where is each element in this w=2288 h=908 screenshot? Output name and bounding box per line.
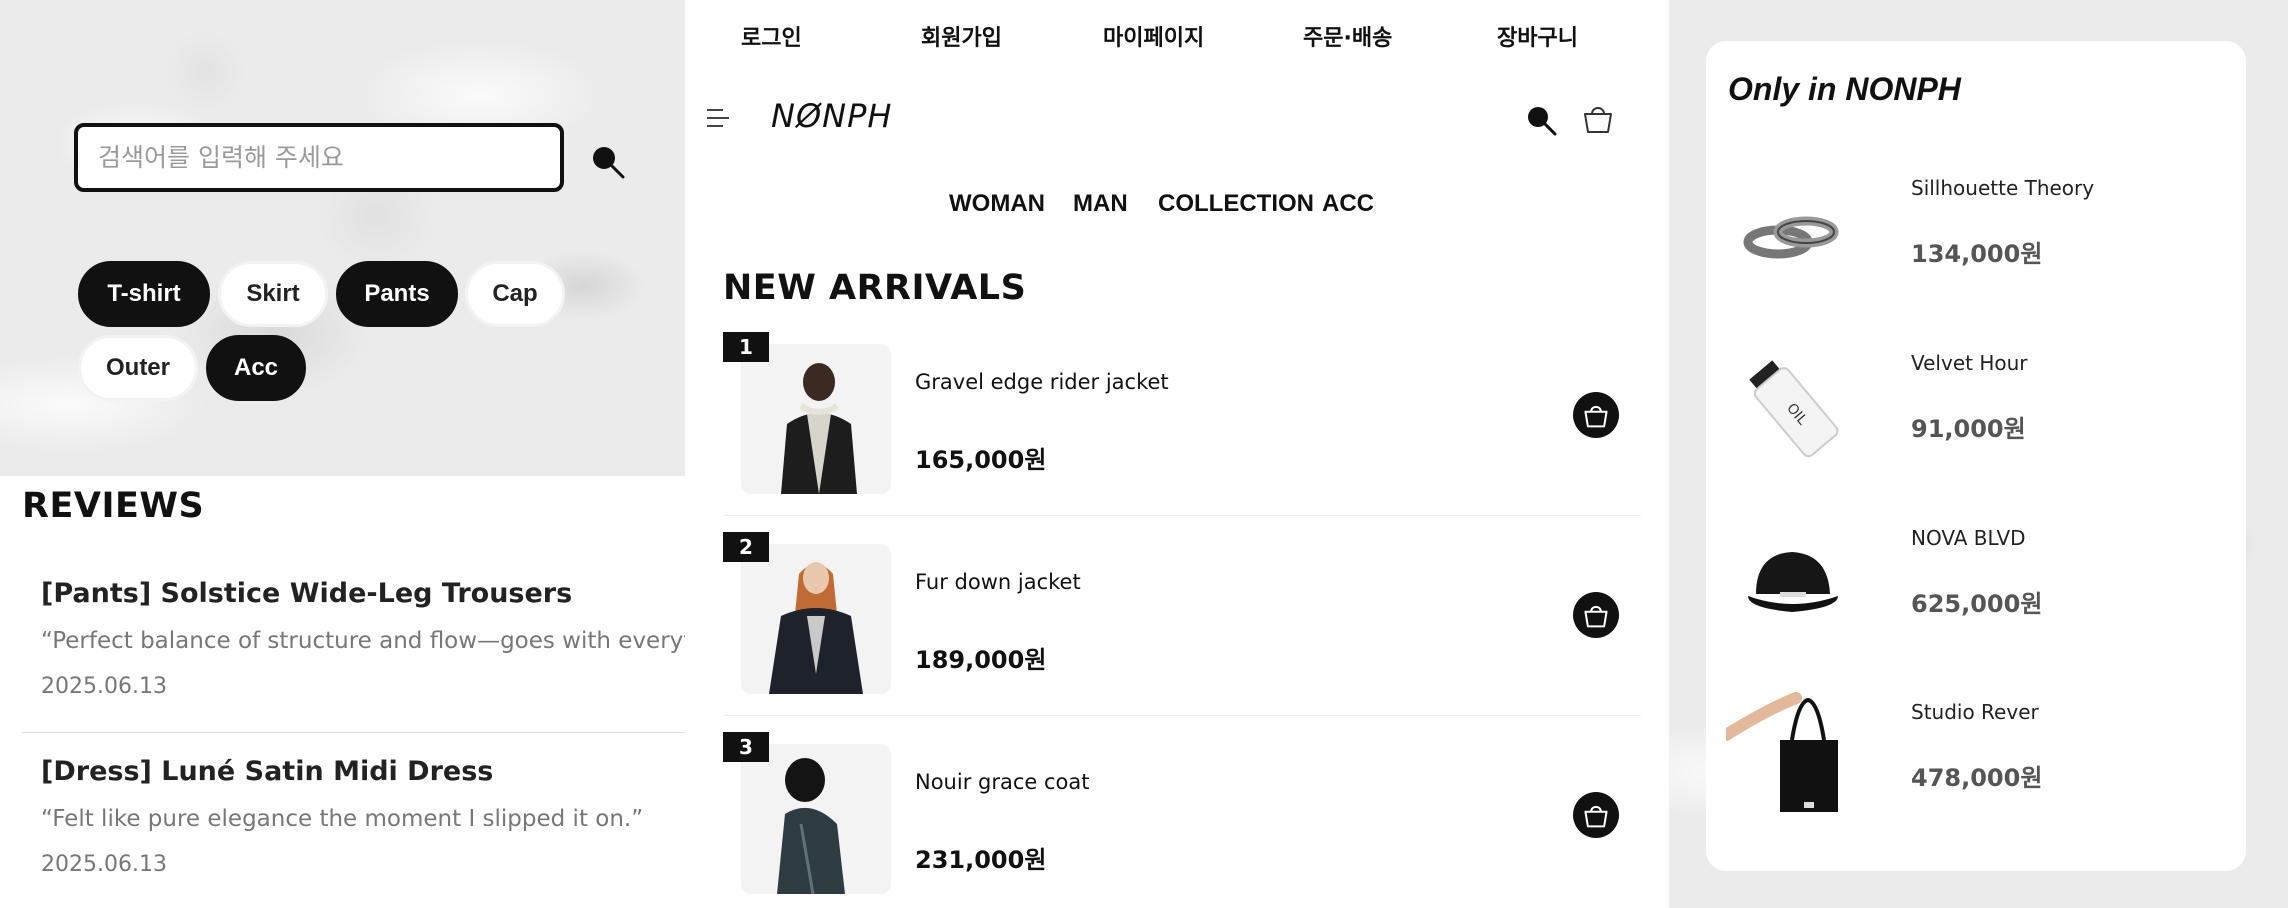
product-name[interactable]: Fur down jacket xyxy=(915,570,1081,594)
order-delivery-link[interactable]: 주문·배송 xyxy=(1303,20,1392,52)
only-in-price: 134,000원 xyxy=(1911,240,2043,268)
product-name[interactable]: Nouir grace coat xyxy=(915,770,1089,794)
add-to-cart-button[interactable] xyxy=(1573,792,1619,838)
category-collection[interactable]: COLLECTION xyxy=(1158,190,1314,218)
product-name[interactable]: Gravel edge rider jacket xyxy=(915,370,1169,394)
product-price: 189,000원 xyxy=(915,646,1047,674)
tag-outer[interactable]: Outer xyxy=(78,335,198,401)
add-to-cart-button[interactable] xyxy=(1573,392,1619,438)
shopping-bag-icon xyxy=(1584,605,1608,628)
reviews-title: REVIEWS xyxy=(22,486,205,526)
tag-pants[interactable]: Pants xyxy=(336,261,458,327)
snow-background-left xyxy=(0,0,685,476)
review-divider xyxy=(22,732,702,733)
only-in-item[interactable]: OIL Velvet Hour 91,000원 xyxy=(1706,341,2246,516)
oil-bottle-image[interactable]: OIL xyxy=(1726,341,1856,471)
product-price: 231,000원 xyxy=(915,846,1047,874)
product-row[interactable]: 2 Fur down jacket 189,000원 xyxy=(723,532,1643,732)
login-link[interactable]: 로그인 xyxy=(741,20,802,52)
product-divider xyxy=(723,515,1641,516)
product-image[interactable] xyxy=(741,744,891,894)
reviews-section: REVIEWS [Pants] Solstice Wide-Leg Trouse… xyxy=(0,476,762,908)
only-in-price: 478,000원 xyxy=(1911,764,2043,792)
review-title[interactable]: [Pants] Solstice Wide-Leg Trousers xyxy=(41,578,572,609)
only-in-card: Only in NONPH Sillhouette Theory 134,000… xyxy=(1706,41,2246,871)
product-price: 165,000원 xyxy=(915,446,1047,474)
product-divider xyxy=(723,715,1641,716)
tag-acc[interactable]: Acc xyxy=(206,335,306,401)
new-arrivals-title: NEW ARRIVALS xyxy=(723,268,1027,308)
tote-bag-image[interactable] xyxy=(1726,690,1856,820)
category-acc[interactable]: ACC xyxy=(1322,190,1374,218)
rank-badge: 1 xyxy=(723,332,769,362)
category-man[interactable]: MAN xyxy=(1073,190,1128,218)
main-shop-panel: 로그인 회원가입 마이페이지 주문·배송 장바구니 NØNPH WOMAN MA… xyxy=(685,0,1669,908)
rings-image[interactable] xyxy=(1726,166,1856,296)
search-input[interactable] xyxy=(98,143,560,172)
only-in-item[interactable]: NOVA BLVD 625,000원 xyxy=(1706,516,2246,691)
tag-skirt[interactable]: Skirt xyxy=(218,261,328,327)
review-quote: “Felt like pure elegance the moment I sl… xyxy=(41,806,644,832)
review-title[interactable]: [Dress] Luné Satin Midi Dress xyxy=(41,756,493,787)
only-in-item[interactable]: Sillhouette Theory 134,000원 xyxy=(1706,166,2246,341)
signup-link[interactable]: 회원가입 xyxy=(921,20,1002,52)
shopping-bag-icon xyxy=(1584,805,1608,828)
review-date: 2025.06.13 xyxy=(41,674,167,699)
rank-badge: 2 xyxy=(723,532,769,562)
rank-badge: 3 xyxy=(723,732,769,762)
search-icon[interactable] xyxy=(1525,104,1557,136)
search-icon[interactable] xyxy=(590,144,626,180)
only-in-price: 91,000원 xyxy=(1911,415,2026,443)
only-in-title: Only in NONPH xyxy=(1728,71,1961,107)
black-cap-image[interactable] xyxy=(1726,516,1856,646)
product-image[interactable] xyxy=(741,344,891,494)
only-in-name[interactable]: Velvet Hour xyxy=(1911,351,2028,375)
top-utility-nav: 로그인 회원가입 마이페이지 주문·배송 장바구니 xyxy=(685,20,1669,52)
review-date: 2025.06.13 xyxy=(41,852,167,877)
mypage-link[interactable]: 마이페이지 xyxy=(1103,20,1204,52)
only-in-item[interactable]: Studio Rever 478,000원 xyxy=(1706,690,2246,865)
product-row[interactable]: 1 Gravel edge rider jacket 165,000원 xyxy=(723,332,1643,532)
hamburger-menu-icon[interactable] xyxy=(705,107,731,129)
shopping-bag-icon[interactable] xyxy=(1583,102,1613,134)
only-in-name[interactable]: Sillhouette Theory xyxy=(1911,176,2094,200)
only-in-price: 625,000원 xyxy=(1911,590,2043,618)
cart-link[interactable]: 장바구니 xyxy=(1497,20,1578,52)
only-in-name[interactable]: Studio Rever xyxy=(1911,700,2039,724)
add-to-cart-button[interactable] xyxy=(1573,592,1619,638)
review-quote: “Perfect balance of structure and flow—g… xyxy=(41,628,762,654)
brand-logo[interactable]: NØNPH xyxy=(771,97,892,135)
shopping-bag-icon xyxy=(1584,405,1608,428)
category-woman[interactable]: WOMAN xyxy=(949,190,1045,218)
tag-tshirt[interactable]: T-shirt xyxy=(78,261,210,327)
only-in-name[interactable]: NOVA BLVD xyxy=(1911,526,2026,550)
search-box[interactable] xyxy=(74,123,564,192)
product-row[interactable]: 3 Nouir grace coat 231,000원 xyxy=(723,732,1643,908)
product-image[interactable] xyxy=(741,544,891,694)
tag-cap[interactable]: Cap xyxy=(465,261,565,327)
